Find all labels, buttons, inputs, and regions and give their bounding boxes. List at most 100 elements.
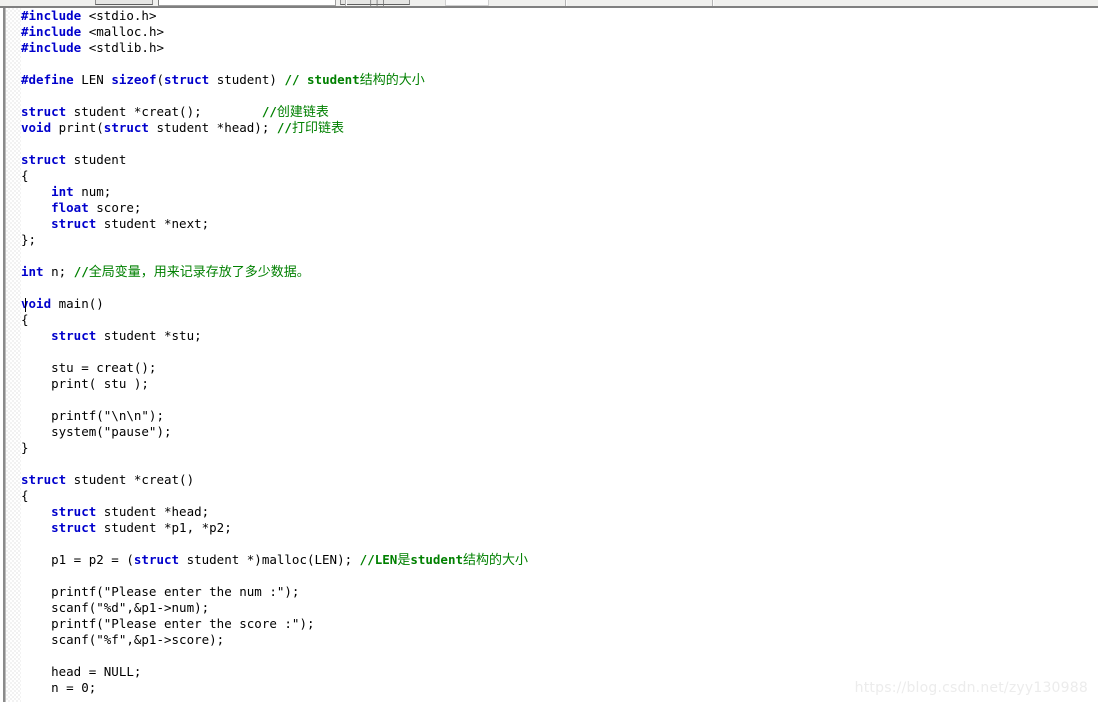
code-line: #include <malloc.h> [21,24,528,40]
code-line: p1 = p2 = (struct student *)malloc(LEN);… [21,552,528,568]
code-line: } [21,440,528,456]
toolbar-dropdown-combo-left[interactable] [95,0,153,5]
code-token: #include [21,40,89,55]
code-line: printf("Please enter the num :"); [21,584,528,600]
code-token: void [21,120,52,135]
code-line: struct student *p1, *p2; [21,520,528,536]
code-token: student *p1, *p2; [96,520,232,535]
toolbar-white-slot[interactable] [445,0,489,6]
code-token: struct [133,552,180,567]
code-token: float [51,200,89,215]
text-caret [25,298,26,312]
code-token: struct [51,504,97,519]
toolbar-separator-2 [565,0,567,6]
code-token: ( [156,72,165,87]
code-line: int num; [21,184,528,200]
code-token: <stdlib.h> [88,40,164,55]
code-line: }; [21,232,528,248]
code-token: print( [51,120,104,135]
code-line: #include <stdlib.h> [21,40,528,56]
code-line: void print(struct student *head); //打印链表 [21,120,528,136]
code-line: { [21,168,528,184]
code-line: printf("\n\n"); [21,408,528,424]
code-token: struct [51,520,97,535]
code-line: print( stu ); [21,376,528,392]
code-token: printf("\n\n"); [21,408,164,423]
code-token: // [276,120,292,135]
code-line: { [21,488,528,504]
code-token: struct [21,472,67,487]
code-token: stu = creat(); [21,360,157,375]
code-token: student [66,152,127,167]
code-token: // [73,264,89,279]
toolbar-strip: ||| [0,0,1098,8]
code-token: 创建链表 [276,105,329,120]
code-token: student) [209,72,285,87]
code-token: printf("Please enter the num :"); [21,584,300,599]
code-token: scanf("%f",&p1->score); [21,632,225,647]
code-token: student *creat() [66,472,195,487]
code-line: stu = creat(); [21,360,528,376]
code-token: 是 [397,553,411,568]
code-token: 结构的大小 [359,73,425,88]
code-token: student *head); [148,120,277,135]
code-token: printf("Please enter the score :"); [21,616,315,631]
watermark-text: https://blog.csdn.net/zyy130988 [854,680,1088,696]
code-token: #define [21,72,82,87]
code-token: LEN [81,72,112,87]
code-token: <stdio.h> [88,8,157,23]
code-token: n = 0; [21,680,97,695]
code-line: float score; [21,200,528,216]
gutter-hatch-pattern [6,8,21,702]
code-editor-pane[interactable]: #include <stdio.h> #include <malloc.h> #in… [0,8,1098,702]
code-line: #include <stdio.h> [21,8,528,24]
toolbar-text-field[interactable] [158,0,336,6]
code-token: struct [103,120,149,135]
code-token: 打印链表 [291,121,344,136]
code-line: struct student *creat(); //创建链表 [21,104,528,120]
code-token: struct [51,328,97,343]
code-token: int [51,184,74,199]
code-token: head = NULL; [21,664,142,679]
left-margin-gutter[interactable] [0,8,21,702]
code-line: printf("Please enter the score :"); [21,616,528,632]
code-line: struct student *creat() [21,472,528,488]
code-token: score; [88,200,142,215]
code-token: { [21,168,29,183]
code-token: } [21,440,29,455]
code-token: sizeof [111,72,157,87]
code-token: struct [51,216,97,231]
code-token: num; [73,184,112,199]
code-token: system("pause"); [21,424,172,439]
code-line: int n; //全局变量，用来记录存放了多少数据。 [21,264,528,280]
code-token: student *head; [96,504,210,519]
code-line: system("pause"); [21,424,528,440]
editor-window: ||| #include <stdio.h> #include <malloc.h… [0,0,1098,702]
code-line: struct student *stu; [21,328,528,344]
code-token: student *next; [96,216,210,231]
code-token: n; [43,264,74,279]
code-token: // student [284,72,360,87]
code-token: main() [51,296,104,311]
code-line: struct student *head; [21,504,528,520]
code-line: struct student [21,152,528,168]
code-token: student *)malloc(LEN); [179,552,360,567]
code-line: scanf("%d",&p1->num); [21,600,528,616]
code-token: print( stu ); [21,376,149,391]
code-token: <malloc.h> [88,24,164,39]
code-text-surface[interactable]: #include <stdio.h> #include <malloc.h> #in… [21,8,1098,702]
